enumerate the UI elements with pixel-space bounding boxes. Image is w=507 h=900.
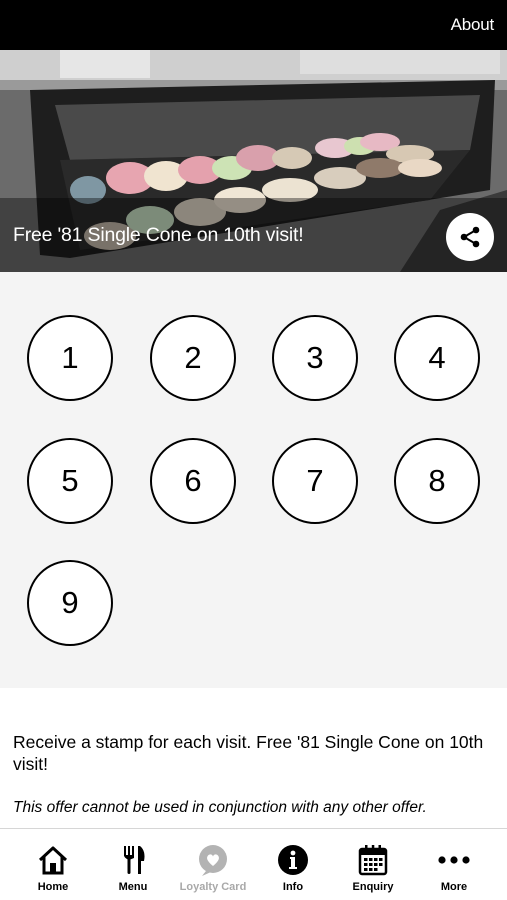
- stamp-9[interactable]: 9: [27, 560, 113, 646]
- hero-banner: Free '81 Single Cone on 10th visit!: [0, 50, 507, 272]
- tab-info-label: Info: [282, 881, 304, 893]
- heart-bubble-icon: [199, 845, 227, 876]
- calendar-icon: [358, 845, 388, 876]
- share-icon: [460, 226, 480, 248]
- stamp-grid: 1 2 3 4 5 6 7 8 9: [0, 272, 507, 688]
- top-bar: About: [0, 0, 507, 50]
- about-link[interactable]: About: [451, 15, 495, 35]
- home-icon: [38, 846, 68, 875]
- stamp-7[interactable]: 7: [272, 438, 358, 524]
- offer-description: Receive a stamp for each visit. Free '81…: [13, 732, 484, 774]
- tab-loyalty-card-label: Loyalty Card: [179, 881, 247, 893]
- stamp-1[interactable]: 1: [27, 315, 113, 401]
- stamp-2[interactable]: 2: [150, 315, 236, 401]
- tab-home[interactable]: Home: [13, 829, 93, 900]
- tab-loyalty-card[interactable]: Loyalty Card: [173, 829, 253, 900]
- stamp-5[interactable]: 5: [27, 438, 113, 524]
- stamp-4[interactable]: 4: [394, 315, 480, 401]
- tab-enquiry[interactable]: Enquiry: [333, 829, 413, 900]
- share-button[interactable]: [446, 213, 494, 261]
- offer-disclaimer: This offer cannot be used in conjunction…: [13, 799, 427, 816]
- bottom-tab-bar: Home Menu Loyalty Card Info Enquiry More: [0, 828, 507, 900]
- fork-knife-icon: [124, 846, 145, 874]
- tab-enquiry-label: Enquiry: [352, 881, 394, 893]
- stamp-3[interactable]: 3: [272, 315, 358, 401]
- stamp-8[interactable]: 8: [394, 438, 480, 524]
- tab-more-label: More: [440, 881, 468, 893]
- tab-home-label: Home: [37, 881, 69, 893]
- hero-title: Free '81 Single Cone on 10th visit!: [13, 224, 304, 246]
- tab-menu-label: Menu: [118, 881, 148, 893]
- info-icon: [278, 845, 308, 875]
- tab-more[interactable]: More: [414, 829, 494, 900]
- stamp-6[interactable]: 6: [150, 438, 236, 524]
- more-dots-icon: [438, 856, 470, 864]
- tab-menu[interactable]: Menu: [93, 829, 173, 900]
- tab-info[interactable]: Info: [253, 829, 333, 900]
